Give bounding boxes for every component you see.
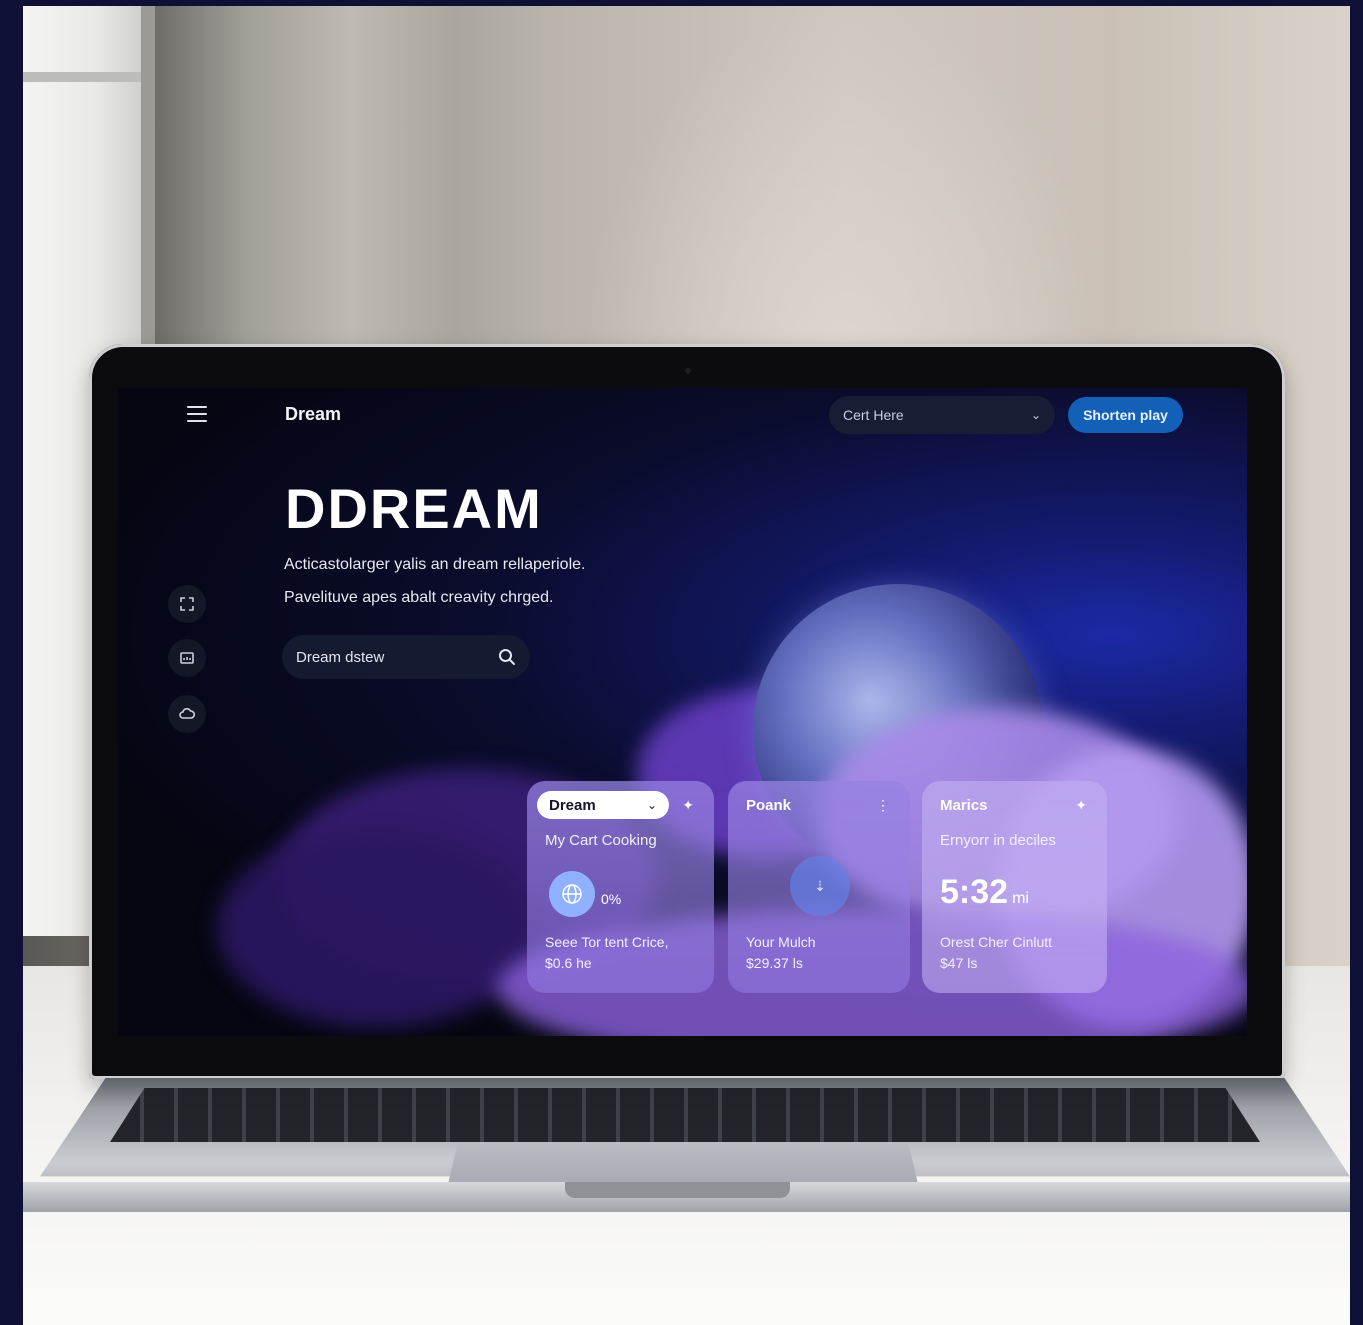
search-icon[interactable] — [498, 648, 516, 666]
laptop-notch — [565, 1182, 790, 1198]
card-dream-line-2: $0.6 he — [545, 955, 592, 971]
card-marics-line-2: $47 ls — [940, 955, 978, 971]
card-dream-line-1: Seee Tor tent Crice, — [545, 934, 669, 950]
header-select-value: Cert Here — [843, 407, 904, 423]
card-marics-time: 5:32 mi — [940, 873, 1029, 912]
hamburger-icon[interactable] — [187, 406, 207, 422]
globe-icon — [549, 871, 595, 917]
search-input[interactable]: Dream dstew — [282, 635, 530, 679]
cloud-icon[interactable] — [168, 695, 206, 733]
frame-left — [0, 0, 23, 1325]
hero-description-line-1: Acticastolarger yalis an dream rellaperi… — [284, 556, 586, 573]
screen-icon[interactable] — [168, 639, 206, 677]
app-screen: Dream Cert Here ⌄ Shorten play DDREAM Ac… — [117, 388, 1247, 1036]
app-title: Dream — [285, 404, 342, 424]
sparkle-icon[interactable]: ✦ — [682, 797, 694, 814]
card-dream-subtitle: My Cart Cooking — [545, 832, 657, 849]
search-input-value: Dream dstew — [296, 648, 385, 666]
card-poank-title: Poank — [746, 797, 792, 814]
card-marics-title: Marics — [940, 797, 988, 814]
card-poank-line-2: $29.37 ls — [746, 955, 803, 971]
card-dream-select[interactable]: Dream ⌄ — [537, 791, 669, 819]
card-dream-select-label: Dream — [549, 796, 596, 814]
primary-button[interactable]: Shorten play — [1068, 397, 1183, 433]
header-select[interactable]: Cert Here ⌄ — [829, 396, 1055, 434]
cloud — [217, 828, 537, 1028]
trackpad — [448, 1144, 918, 1184]
sparkle-icon[interactable]: ✦ — [1075, 797, 1087, 814]
card-dream-percent: 0% — [601, 891, 622, 907]
hero-title: DDREAM — [285, 477, 543, 540]
chevron-down-icon: ⌄ — [646, 798, 657, 812]
keyboard — [110, 1088, 1260, 1142]
download-icon[interactable]: ⇣ — [790, 856, 850, 916]
webcam — [685, 368, 691, 374]
card-marics-line-1: Orest Cher Cinlutt — [940, 934, 1053, 950]
card-dream[interactable]: Dream ⌄ ✦ My Cart Cooking 0% Seee Tor te… — [527, 781, 714, 993]
chevron-down-icon: ⌄ — [1030, 408, 1041, 422]
card-poank[interactable]: Poank ⋮ ⇣ Your Mulch $29.37 ls — [728, 781, 910, 993]
time-value: 5:32 — [940, 873, 1009, 911]
frame-right — [1350, 0, 1363, 1325]
hero-description-line-2: Pavelituve apes abalt creavity chrged. — [284, 589, 554, 606]
window-bar — [23, 72, 143, 82]
card-marics[interactable]: Marics ✦ Ernyorr in deciles 5:32 mi Orest… — [922, 781, 1107, 993]
expand-icon[interactable] — [168, 585, 206, 623]
card-marics-subtitle: Ernyorr in deciles — [940, 832, 1056, 849]
kebab-icon[interactable]: ⋮ — [876, 797, 890, 814]
time-unit: mi — [1012, 890, 1029, 907]
card-poank-line-1: Your Mulch — [746, 934, 816, 950]
